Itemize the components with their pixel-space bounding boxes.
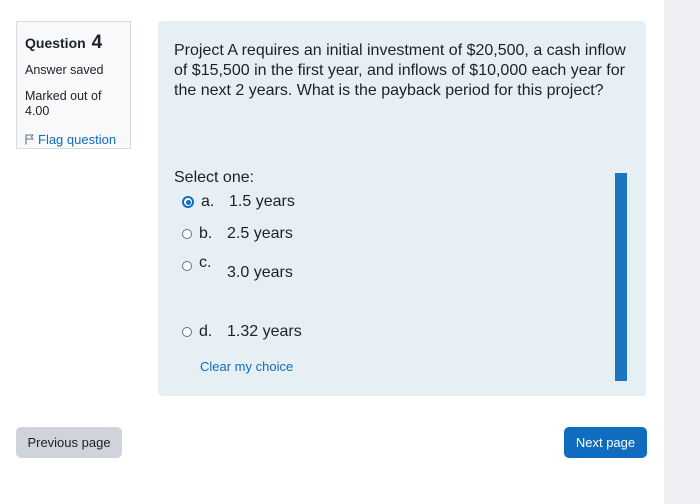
answer-option-b[interactable]: b. 2.5 years bbox=[182, 225, 293, 243]
next-page-button[interactable]: Next page bbox=[564, 427, 647, 458]
option-text: 3.0 years bbox=[227, 264, 293, 281]
flag-icon bbox=[25, 134, 34, 145]
select-one-label: Select one: bbox=[174, 169, 255, 186]
option-letter: b. bbox=[199, 225, 213, 242]
question-label: Question bbox=[25, 35, 86, 51]
flag-question-label: Flag question bbox=[38, 132, 117, 147]
radio-option-c[interactable] bbox=[182, 261, 192, 271]
flag-question-link[interactable]: Flag question bbox=[25, 132, 122, 147]
radio-option-d[interactable] bbox=[182, 327, 192, 337]
question-text: Project A requires an initial investment… bbox=[174, 42, 626, 99]
question-state: Answer saved bbox=[25, 63, 104, 77]
question-content: Project A requires an initial investment… bbox=[158, 21, 646, 396]
option-letter: a. bbox=[201, 193, 215, 210]
question-grade: Marked out of 4.00 bbox=[25, 89, 102, 118]
answer-option-d[interactable]: d. 1.32 years bbox=[182, 323, 302, 341]
option-text: 1.5 years bbox=[229, 193, 295, 210]
question-number: 4 bbox=[91, 32, 103, 53]
page-right-strip bbox=[664, 0, 700, 504]
scrollbar-thumb[interactable] bbox=[615, 173, 627, 381]
option-letter: d. bbox=[199, 323, 213, 340]
question-info-panel: Question 4 Answer saved Marked out of 4.… bbox=[16, 21, 131, 149]
answer-option-a[interactable]: a. 1.5 years bbox=[182, 193, 295, 211]
option-text: 2.5 years bbox=[227, 225, 293, 242]
radio-option-b[interactable] bbox=[182, 229, 192, 239]
option-letter: c. bbox=[199, 254, 212, 271]
previous-page-button[interactable]: Previous page bbox=[16, 427, 122, 458]
answer-option-c[interactable]: c. 3.0 years bbox=[182, 254, 293, 281]
question-title: Question 4 bbox=[25, 32, 122, 54]
clear-choice-link[interactable]: Clear my choice bbox=[200, 359, 293, 374]
option-text: 1.32 years bbox=[227, 323, 302, 340]
radio-option-a[interactable] bbox=[182, 196, 194, 208]
